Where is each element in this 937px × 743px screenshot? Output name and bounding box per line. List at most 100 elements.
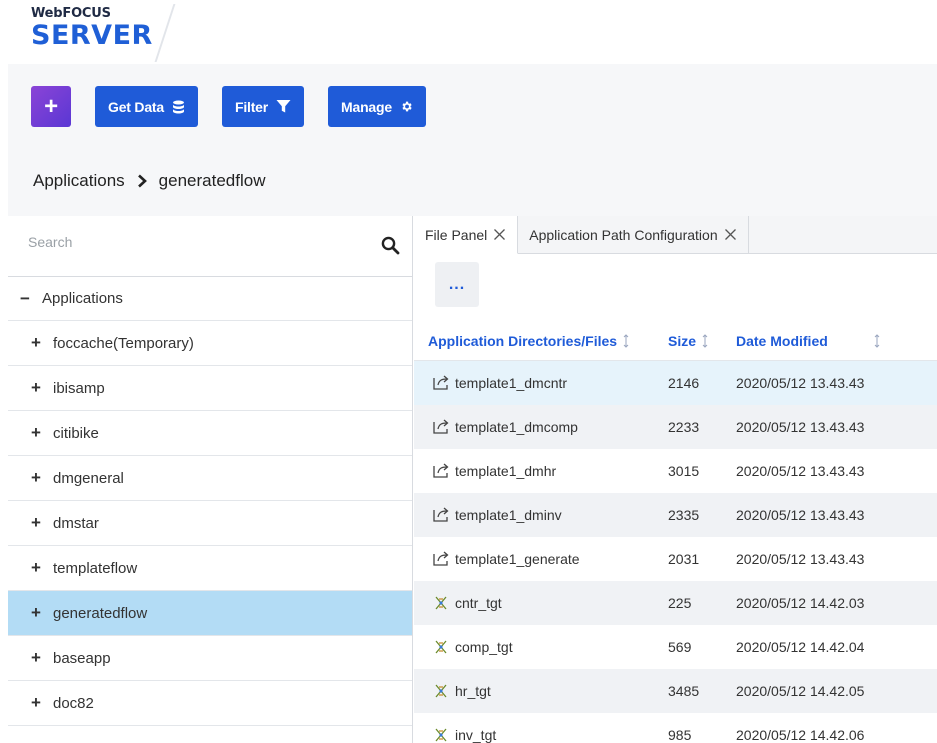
brand-divider	[154, 4, 176, 62]
sort-icon[interactable]	[623, 333, 629, 348]
get-data-label: Get Data	[108, 98, 164, 115]
application-tree-panel: − Applications + foccache(Temporary) + i…	[8, 216, 413, 743]
database-icon	[172, 100, 185, 114]
file-size: 3485	[668, 683, 700, 699]
close-icon[interactable]	[724, 228, 737, 241]
table-header: Application Directories/Files Size Date …	[414, 321, 937, 361]
file-date: 2020/05/12 14.42.05	[736, 683, 865, 699]
expand-icon[interactable]: +	[31, 648, 53, 668]
column-header-name[interactable]: Application Directories/Files	[414, 333, 658, 349]
expand-icon[interactable]: +	[31, 378, 53, 398]
column-header-date[interactable]: Date Modified	[726, 333, 937, 349]
table-row[interactable]: comp_tgt 569 2020/05/12 14.42.04	[414, 625, 937, 669]
collapse-icon[interactable]: −	[20, 289, 42, 309]
expand-icon[interactable]: +	[31, 333, 53, 353]
tree-item-templateflow[interactable]: + templateflow	[8, 546, 412, 591]
file-size: 2146	[668, 375, 700, 391]
file-name: template1_dmcntr	[455, 375, 568, 391]
file-table: template1_dmcntr 2146 2020/05/12 13.43.4…	[414, 361, 937, 743]
tree-item-ibisamp[interactable]: + ibisamp	[8, 366, 412, 411]
file-date: 2020/05/12 13.43.43	[736, 551, 865, 567]
table-row[interactable]: inv_tgt 985 2020/05/12 14.42.06	[414, 713, 937, 743]
tree-item-baseapp[interactable]: + baseapp	[8, 636, 412, 681]
table-row[interactable]: hr_tgt 3485 2020/05/12 14.42.05	[414, 669, 937, 713]
manage-button[interactable]: Manage	[328, 86, 426, 127]
column-header-size[interactable]: Size	[658, 333, 726, 349]
file-date: 2020/05/12 14.42.03	[736, 595, 865, 611]
synonym-icon	[433, 639, 455, 655]
expand-icon[interactable]: +	[31, 603, 53, 623]
tree-item-label: dmgeneral	[53, 469, 124, 487]
brand-logo: WebFOCUS SERVER	[31, 6, 153, 51]
more-options-button[interactable]: ...	[435, 262, 479, 307]
tree-item-dmgeneral[interactable]: + dmgeneral	[8, 456, 412, 501]
file-date: 2020/05/12 13.43.43	[736, 507, 865, 523]
breadcrumb-root[interactable]: Applications	[33, 171, 125, 191]
chevron-right-icon	[137, 174, 147, 188]
search-input[interactable]	[28, 234, 368, 250]
close-icon[interactable]	[493, 228, 506, 241]
file-size: 985	[668, 727, 692, 743]
sort-icon[interactable]	[874, 333, 880, 348]
table-row[interactable]: template1_dmhr 3015 2020/05/12 13.43.43	[414, 449, 937, 493]
brand-main-text: SERVER	[31, 20, 153, 51]
expand-icon[interactable]: +	[31, 423, 53, 443]
file-date: 2020/05/12 13.43.43	[736, 419, 865, 435]
flow-icon	[433, 551, 455, 567]
tab-label: Application Path Configuration	[529, 226, 718, 243]
file-name: inv_tgt	[455, 727, 497, 743]
file-date: 2020/05/12 13.43.43	[736, 463, 865, 479]
expand-icon[interactable]: +	[31, 468, 53, 488]
breadcrumb: Applications generatedflow	[33, 171, 265, 191]
file-name: comp_tgt	[455, 639, 513, 655]
flow-icon	[433, 419, 455, 435]
search-icon[interactable]	[381, 236, 400, 260]
panel-actions: ...	[414, 254, 937, 321]
tab-label: File Panel	[425, 226, 488, 243]
file-size: 225	[668, 595, 692, 611]
synonym-icon	[433, 683, 455, 699]
get-data-button[interactable]: Get Data	[95, 86, 198, 127]
file-date: 2020/05/12 13.43.43	[736, 375, 865, 391]
file-panel: File Panel Application Path Configuratio…	[414, 216, 937, 743]
expand-icon[interactable]: +	[31, 513, 53, 533]
column-header-label: Size	[668, 332, 697, 349]
table-row[interactable]: template1_generate 2031 2020/05/12 13.43…	[414, 537, 937, 581]
tree-item-label: foccache(Temporary)	[53, 334, 194, 352]
brand-top-text: WebFOCUS	[31, 6, 111, 21]
table-row[interactable]: template1_dminv 2335 2020/05/12 13.43.43	[414, 493, 937, 537]
tree-item-applications[interactable]: − Applications	[8, 277, 412, 321]
add-button[interactable]: +	[31, 86, 71, 127]
tree-item-label: templateflow	[53, 559, 138, 577]
flow-icon	[433, 463, 455, 479]
file-size: 2031	[668, 551, 700, 567]
sort-icon[interactable]	[702, 333, 708, 348]
tree-item-dmstar[interactable]: + dmstar	[8, 501, 412, 546]
table-row[interactable]: template1_dmcntr 2146 2020/05/12 13.43.4…	[414, 361, 937, 405]
filter-label: Filter	[234, 98, 269, 115]
breadcrumb-current: generatedflow	[158, 171, 266, 190]
tree-item-generatedflow[interactable]: + generatedflow	[8, 591, 412, 636]
tree-item-foccache[interactable]: + foccache(Temporary)	[8, 321, 412, 366]
file-name: template1_generate	[455, 551, 580, 567]
filter-button[interactable]: Filter	[221, 86, 305, 127]
filter-icon	[276, 99, 291, 114]
file-size: 2233	[668, 419, 700, 435]
tab-application-path-configuration[interactable]: Application Path Configuration	[518, 216, 749, 253]
file-name: hr_tgt	[455, 683, 491, 699]
table-row[interactable]: template1_dmcomp 2233 2020/05/12 13.43.4…	[414, 405, 937, 449]
expand-icon[interactable]: +	[31, 693, 53, 713]
table-row[interactable]: cntr_tgt 225 2020/05/12 14.42.03	[414, 581, 937, 625]
tree-item-label: Applications	[42, 290, 123, 307]
search-bar	[8, 216, 412, 277]
file-size: 569	[668, 639, 692, 655]
tab-file-panel[interactable]: File Panel	[414, 216, 519, 254]
tab-bar: File Panel Application Path Configuratio…	[414, 216, 937, 254]
tree-item-doc82[interactable]: + doc82	[8, 681, 412, 726]
tree-item-citibike[interactable]: + citibike	[8, 411, 412, 456]
file-name: template1_dmhr	[455, 463, 557, 479]
plus-icon: +	[44, 92, 58, 120]
tree-item-label: ibisamp	[53, 379, 105, 397]
expand-icon[interactable]: +	[31, 558, 53, 578]
column-header-label: Application Directories/Files	[428, 332, 618, 349]
